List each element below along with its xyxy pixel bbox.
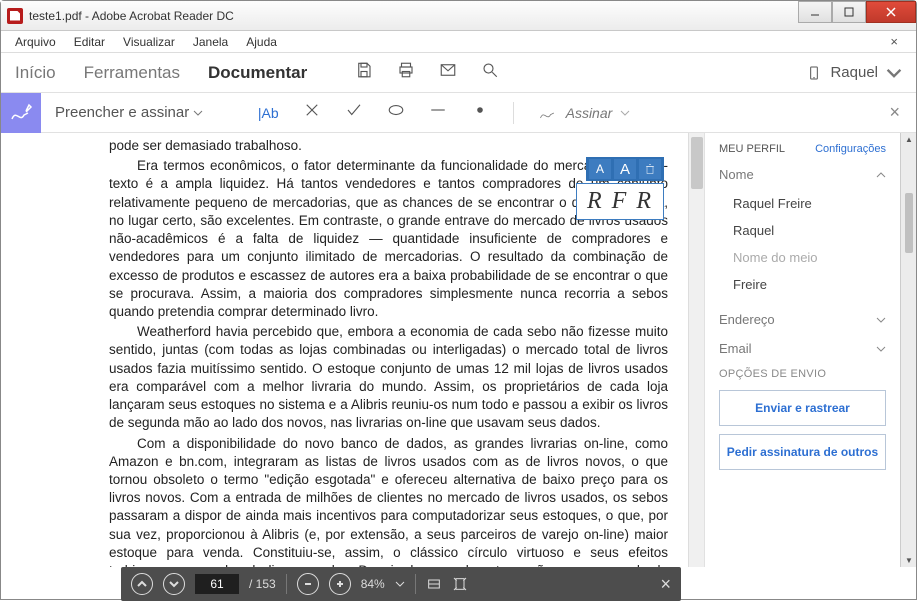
- chevron-down-icon: [193, 108, 203, 118]
- divider: [513, 102, 514, 124]
- scroll-up-icon[interactable]: ▲: [905, 135, 913, 144]
- profile-panel: MEU PERFIL Configurações Nome Raquel Fre…: [704, 133, 900, 567]
- tab-home[interactable]: Início: [15, 63, 56, 83]
- circle-tool[interactable]: [387, 101, 405, 124]
- chevron-up-icon: [876, 170, 886, 180]
- zoom-out-button[interactable]: [297, 573, 319, 595]
- font-size-large-icon[interactable]: A: [614, 159, 636, 179]
- prev-page-button[interactable]: [131, 573, 153, 595]
- fill-sign-dropdown[interactable]: Preencher e assinar: [55, 104, 203, 121]
- send-track-button[interactable]: Enviar e rastrear: [719, 390, 886, 426]
- line-tool[interactable]: [429, 101, 447, 124]
- close-button[interactable]: [866, 1, 916, 23]
- print-icon[interactable]: [397, 61, 415, 84]
- page-input[interactable]: [195, 574, 239, 594]
- fill-sign-mode-icon[interactable]: [1, 93, 41, 133]
- paragraph: Weatherford havia percebido que, embora …: [109, 323, 668, 432]
- send-options-title: OPÇÕES DE ENVIO: [719, 368, 886, 380]
- chevron-down-icon[interactable]: [395, 579, 405, 589]
- sign-dropdown[interactable]: Assinar: [538, 103, 631, 123]
- menu-item[interactable]: Ajuda: [238, 33, 285, 51]
- tab-document[interactable]: Documentar: [208, 63, 307, 83]
- document-vscrollbar[interactable]: [688, 133, 704, 567]
- signature-text[interactable]: R F R: [576, 183, 664, 220]
- fill-sign-toolbar: Preencher e assinar |Ab Assinar ×: [1, 93, 916, 133]
- window-vscrollbar[interactable]: ▲ ▼: [900, 133, 916, 567]
- name-option-placeholder[interactable]: Nome do meio: [733, 244, 886, 271]
- window-titlebar: teste1.pdf - Adobe Acrobat Reader DC: [1, 1, 916, 31]
- close-toolbar-icon[interactable]: ×: [889, 102, 900, 123]
- dot-tool[interactable]: [471, 101, 489, 124]
- window-title: teste1.pdf - Adobe Acrobat Reader DC: [29, 9, 234, 23]
- name-section-toggle[interactable]: Nome: [719, 167, 886, 182]
- menu-item[interactable]: Arquivo: [7, 33, 64, 51]
- cross-tool[interactable]: [303, 101, 321, 124]
- menu-item[interactable]: Janela: [185, 33, 236, 51]
- address-section-toggle[interactable]: Endereço: [719, 312, 886, 327]
- menu-bar: Arquivo Editar Visualizar Janela Ajuda ×: [1, 31, 916, 53]
- close-document-icon[interactable]: ×: [882, 32, 906, 51]
- font-size-small-icon[interactable]: A: [589, 159, 611, 179]
- app-icon: [7, 8, 23, 24]
- save-icon[interactable]: [355, 61, 373, 84]
- fit-page-icon[interactable]: [452, 576, 468, 592]
- mail-icon[interactable]: [439, 61, 457, 84]
- search-icon[interactable]: [481, 61, 499, 84]
- email-section-toggle[interactable]: Email: [719, 341, 886, 356]
- menu-item[interactable]: Visualizar: [115, 33, 183, 51]
- name-option[interactable]: Raquel: [733, 217, 886, 244]
- chevron-down-icon: [886, 65, 902, 81]
- request-signature-button[interactable]: Pedir assinatura de outros: [719, 434, 886, 470]
- signature-icon: [538, 103, 558, 123]
- signature-annotation[interactable]: A A R F R: [576, 157, 664, 220]
- chevron-down-icon: [876, 315, 886, 325]
- settings-link[interactable]: Configurações: [815, 143, 886, 155]
- delete-icon[interactable]: [639, 159, 661, 179]
- text-annotation-tool[interactable]: |Ab: [258, 105, 279, 121]
- zoom-in-button[interactable]: [329, 573, 351, 595]
- menu-item[interactable]: Editar: [66, 33, 113, 51]
- scroll-down-icon[interactable]: ▼: [905, 556, 913, 565]
- zoom-level[interactable]: 84%: [361, 577, 385, 591]
- minimize-button[interactable]: [798, 1, 832, 23]
- close-pagebar-icon[interactable]: ×: [660, 574, 671, 595]
- profile-title: MEU PERFIL: [719, 143, 785, 155]
- tab-tools[interactable]: Ferramentas: [84, 63, 180, 83]
- paragraph: Com a disponibilidade do novo banco de d…: [109, 435, 668, 568]
- check-tool[interactable]: [345, 101, 363, 124]
- page-total: / 153: [249, 577, 276, 591]
- paragraph: pode ser demasiado trabalhoso.: [109, 137, 668, 155]
- fit-width-icon[interactable]: [426, 576, 442, 592]
- chevron-down-icon: [620, 108, 630, 118]
- page-navigation-bar: / 153 84% ×: [121, 567, 681, 601]
- user-menu[interactable]: Raquel: [806, 64, 902, 81]
- mobile-icon: [806, 65, 822, 81]
- next-page-button[interactable]: [163, 573, 185, 595]
- user-name: Raquel: [830, 64, 878, 81]
- name-option[interactable]: Freire: [733, 271, 886, 298]
- maximize-button[interactable]: [832, 1, 866, 23]
- chevron-down-icon: [876, 344, 886, 354]
- name-option[interactable]: Raquel Freire: [733, 190, 886, 217]
- document-viewport: pode ser demasiado trabalhoso. Era termo…: [1, 133, 704, 567]
- top-tab-bar: Início Ferramentas Documentar Raquel: [1, 53, 916, 93]
